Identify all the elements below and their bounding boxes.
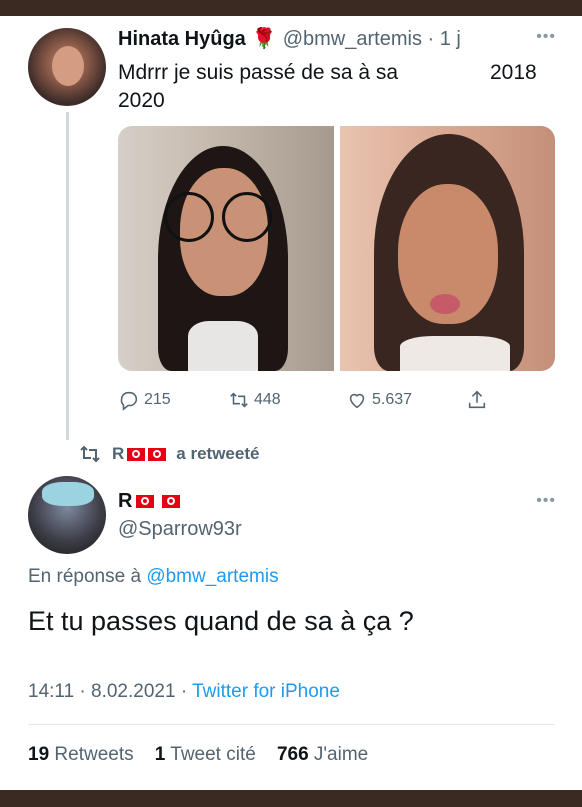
tunisia-flag-icon <box>136 495 155 508</box>
like-action[interactable]: 5.637 <box>346 389 466 411</box>
tweet-text-year: 2018 <box>490 61 537 84</box>
avatar-cap <box>42 482 94 506</box>
photo-after[interactable] <box>339 126 555 371</box>
retweets-stat[interactable]: 19 Retweets <box>28 744 134 765</box>
tweet-stats: 19 Retweets 1 Tweet cité 766 J'aime <box>28 744 368 766</box>
reply-count: 215 <box>144 391 171 408</box>
reply-to-handle-link[interactable]: @bmw_artemis <box>146 566 278 587</box>
retweet-label: a retweeté <box>176 444 260 463</box>
avatar-sparrow[interactable] <box>28 476 106 554</box>
retweet-icon <box>80 445 100 463</box>
original-tweet-text: Mdrrr je suis passé de sa à sa 2018 2020 <box>118 59 548 115</box>
photo-before[interactable] <box>118 126 334 371</box>
quotes-count: 1 <box>154 744 166 765</box>
divider <box>28 724 554 725</box>
tweet-media[interactable] <box>118 126 555 371</box>
reply-display-name[interactable]: R <box>118 490 181 513</box>
likes-count: 766 <box>276 744 309 765</box>
retweeter-initial: R <box>112 444 125 463</box>
retweeter-name[interactable]: R <box>112 444 167 464</box>
tunisia-flag-icon <box>127 448 146 462</box>
tweet-meta: 14:11 · 8.02.2021 · Twitter for iPhone <box>28 681 340 703</box>
more-icon[interactable]: ••• <box>536 28 556 46</box>
retweets-label: Retweets <box>54 744 134 765</box>
share-action[interactable] <box>466 389 488 411</box>
display-name[interactable]: Hinata Hyûga <box>118 28 246 51</box>
like-count: 5.637 <box>372 391 413 408</box>
tweet-card: Hinata Hyûga 🌹 @bmw_artemis · 1 j ••• Md… <box>0 16 582 790</box>
handle-and-time[interactable]: @bmw_artemis · 1 j <box>283 28 461 51</box>
quotes-stat[interactable]: 1 Tweet cité <box>155 744 256 765</box>
like-icon <box>349 393 365 409</box>
photo-lips <box>429 294 460 314</box>
likes-label: J'aime <box>313 744 369 765</box>
tweet-actions: 215 448 5.637 <box>118 386 488 414</box>
likes-stat[interactable]: 766 J'aime <box>277 744 368 765</box>
original-tweet-header: Hinata Hyûga 🌹 @bmw_artemis · 1 j <box>118 26 461 51</box>
tweet-text-line2: 2020 <box>118 89 165 112</box>
reply-name-text: R <box>118 490 133 512</box>
reply-to-prefix: En réponse à <box>28 566 142 587</box>
photo-shirt <box>188 321 258 371</box>
reply-tweet-text: Et tu passes quand de sa à ça ? <box>28 606 414 636</box>
photo-shirt <box>399 336 510 371</box>
more-icon[interactable]: ••• <box>536 492 556 510</box>
tunisia-flag-icon <box>162 495 181 508</box>
avatar-face <box>52 46 84 86</box>
tweet-source-link[interactable]: Twitter for iPhone <box>192 681 340 702</box>
glasses-filter <box>222 192 272 242</box>
rose-icon: 🌹 <box>251 28 277 50</box>
retweet-count: 448 <box>254 391 281 408</box>
reply-icon <box>120 391 138 411</box>
reply-action[interactable]: 215 <box>118 389 228 411</box>
thread-connector-line <box>66 112 69 440</box>
tweet-text-line1: Mdrrr je suis passé de sa à sa <box>118 61 399 84</box>
tunisia-flag-icon <box>148 448 167 462</box>
retweet-notice: R a retweeté <box>78 442 259 466</box>
retweets-count: 19 <box>28 744 50 765</box>
reply-handle[interactable]: @Sparrow93r <box>118 518 242 541</box>
share-icon <box>468 390 486 409</box>
avatar-hinata[interactable] <box>28 28 106 106</box>
glasses-filter <box>164 192 214 242</box>
retweet-action[interactable]: 448 <box>228 389 346 411</box>
reply-to-line: En réponse à @bmw_artemis <box>28 566 279 588</box>
timestamp[interactable]: 14:11 · 8.02.2021 · <box>28 681 187 702</box>
quotes-label: Tweet cité <box>170 744 256 765</box>
retweet-icon <box>230 392 248 408</box>
